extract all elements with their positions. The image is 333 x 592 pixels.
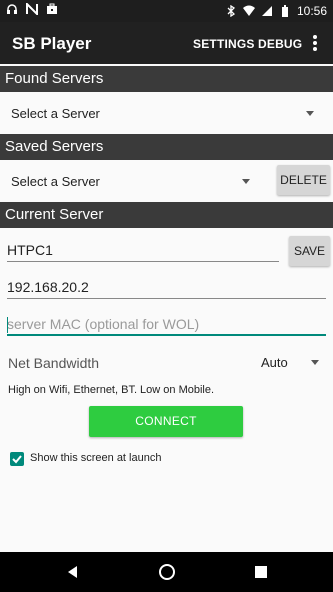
notification-n-icon <box>26 3 38 15</box>
found-servers-select[interactable]: Select a Server <box>11 106 321 124</box>
checkmark-icon <box>12 455 22 464</box>
status-bar: 10:56 <box>0 0 333 22</box>
dropdown-arrow-icon <box>306 111 314 116</box>
settings-button[interactable]: SETTINGS <box>193 37 255 51</box>
app-title: SB Player <box>12 34 92 53</box>
delete-button[interactable]: DELETE <box>277 165 330 195</box>
current-server-header: Current Server <box>0 202 333 228</box>
headset-icon <box>7 4 17 14</box>
net-bandwidth-select[interactable]: Auto <box>261 355 323 373</box>
show-at-launch-checkbox[interactable] <box>10 452 24 466</box>
save-button[interactable]: SAVE <box>289 236 330 266</box>
net-bandwidth-label: Net Bandwidth <box>8 355 100 371</box>
server-mac-field[interactable] <box>7 316 326 336</box>
home-icon[interactable] <box>157 562 177 582</box>
back-icon[interactable] <box>63 562 83 582</box>
saved-servers-select-label: Select a Server <box>11 174 100 189</box>
status-clock: 10:56 <box>296 4 327 18</box>
found-servers-header: Found Servers <box>0 66 333 92</box>
recent-apps-icon[interactable] <box>251 562 271 582</box>
app-bar: SB Player SETTINGS DEBUG <box>0 22 333 64</box>
dropdown-arrow-icon <box>311 360 319 365</box>
briefcase-icon <box>47 3 57 14</box>
battery-icon <box>281 5 288 17</box>
net-bandwidth-value: Auto <box>261 355 288 370</box>
server-name-field[interactable]: HTPC1 <box>7 242 279 262</box>
wifi-icon <box>242 5 255 16</box>
bandwidth-hint: High on Wifi, Ethernet, BT. Low on Mobil… <box>8 384 215 396</box>
saved-servers-header: Saved Servers <box>0 134 333 160</box>
show-at-launch-label: Show this screen at launch <box>30 452 162 464</box>
signal-icon <box>261 6 272 16</box>
saved-servers-select[interactable]: Select a Server <box>11 174 256 192</box>
found-servers-select-label: Select a Server <box>11 106 100 121</box>
debug-button[interactable]: DEBUG <box>258 37 302 51</box>
bluetooth-icon <box>227 5 235 17</box>
server-ip-field[interactable]: 192.168.20.2 <box>7 279 326 299</box>
dropdown-arrow-icon <box>242 179 250 184</box>
text-cursor <box>7 317 8 333</box>
overflow-menu-icon[interactable] <box>309 34 321 54</box>
connect-button[interactable]: CONNECT <box>89 406 243 437</box>
server-mac-input[interactable] <box>7 316 326 332</box>
navigation-bar <box>0 552 333 592</box>
